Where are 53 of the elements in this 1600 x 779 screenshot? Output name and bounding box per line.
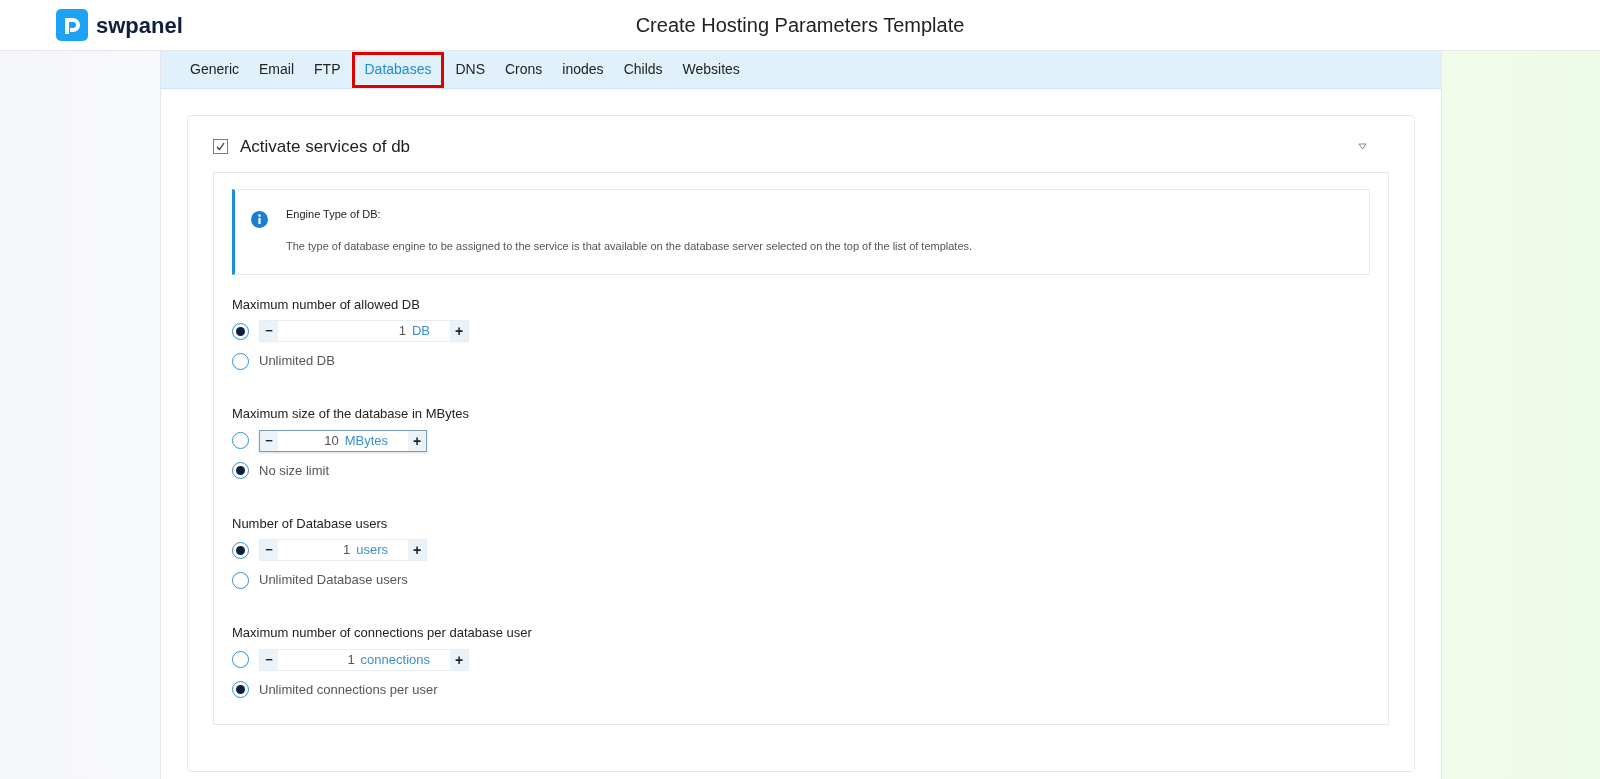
page-title: Create Hosting Parameters Template <box>635 13 965 38</box>
tab[interactable]: DNS <box>446 51 494 88</box>
unit-label: MBytes <box>344 431 388 450</box>
option-label: Unlimited connections per user <box>259 680 438 699</box>
radio-button[interactable] <box>232 571 249 589</box>
number-stepper[interactable]: − 10 MBytes + <box>259 429 427 452</box>
option-label: Unlimited Database users <box>259 571 408 590</box>
option-label: Unlimited DB <box>259 352 335 371</box>
unit-label: DB <box>411 322 430 341</box>
field-label: Maximum number of allowed DB <box>232 295 421 314</box>
collapse-icon[interactable] <box>1358 143 1367 151</box>
radio-button[interactable] <box>232 651 249 668</box>
logo-text: swpanel <box>96 11 183 40</box>
tab[interactable]: inodes <box>553 51 613 88</box>
tab[interactable]: Crons <box>496 51 552 88</box>
section-title: Activate services of db <box>240 136 411 158</box>
increment-button[interactable]: + <box>450 649 468 670</box>
tab[interactable]: Email <box>250 51 304 88</box>
radio-button[interactable] <box>232 462 249 479</box>
checkbox[interactable] <box>213 139 228 155</box>
tab[interactable]: Generic <box>181 51 249 88</box>
unit-label: connections <box>360 650 430 669</box>
radio-button[interactable] <box>232 352 249 370</box>
decrement-button[interactable]: − <box>260 321 278 341</box>
increment-button[interactable]: + <box>408 430 426 451</box>
radio-button[interactable] <box>232 432 249 449</box>
decrement-button[interactable]: − <box>260 540 278 560</box>
field-label: Maximum size of the database in MBytes <box>232 405 470 423</box>
number-stepper[interactable]: − 1 users + <box>259 539 427 561</box>
info-text: The type of database engine to be assigned to the service is that available on the database server selected on the top of the list of templates. <box>286 239 973 254</box>
stepper-value: 1 <box>342 541 351 560</box>
stepper-value: 1 <box>347 650 355 669</box>
radio-button[interactable] <box>232 322 249 340</box>
logo-icon <box>56 9 88 41</box>
decrement-button[interactable]: − <box>260 430 278 451</box>
increment-button[interactable]: + <box>408 540 426 560</box>
radio-button[interactable] <box>232 681 249 698</box>
number-stepper[interactable]: − 1 connections + <box>259 648 469 671</box>
unit-label: users <box>356 541 388 560</box>
tab[interactable]: FTP <box>305 51 350 88</box>
option-label: No size limit <box>259 461 330 480</box>
field-label: Maximum number of connections per database user <box>232 624 533 642</box>
info-icon <box>251 210 268 228</box>
stepper-value: 1 <box>398 322 406 341</box>
tab[interactable]: Childs <box>614 51 672 88</box>
stepper-value: 10 <box>324 431 339 450</box>
field-label: Number of Database users <box>232 514 389 533</box>
number-stepper[interactable]: − 1 DB + <box>259 320 469 342</box>
radio-button[interactable] <box>232 541 249 559</box>
increment-button[interactable]: + <box>450 321 468 341</box>
tab[interactable]: Websites <box>673 51 749 88</box>
info-title: Engine Type of DB: <box>286 206 382 222</box>
decrement-button[interactable]: − <box>260 649 278 670</box>
